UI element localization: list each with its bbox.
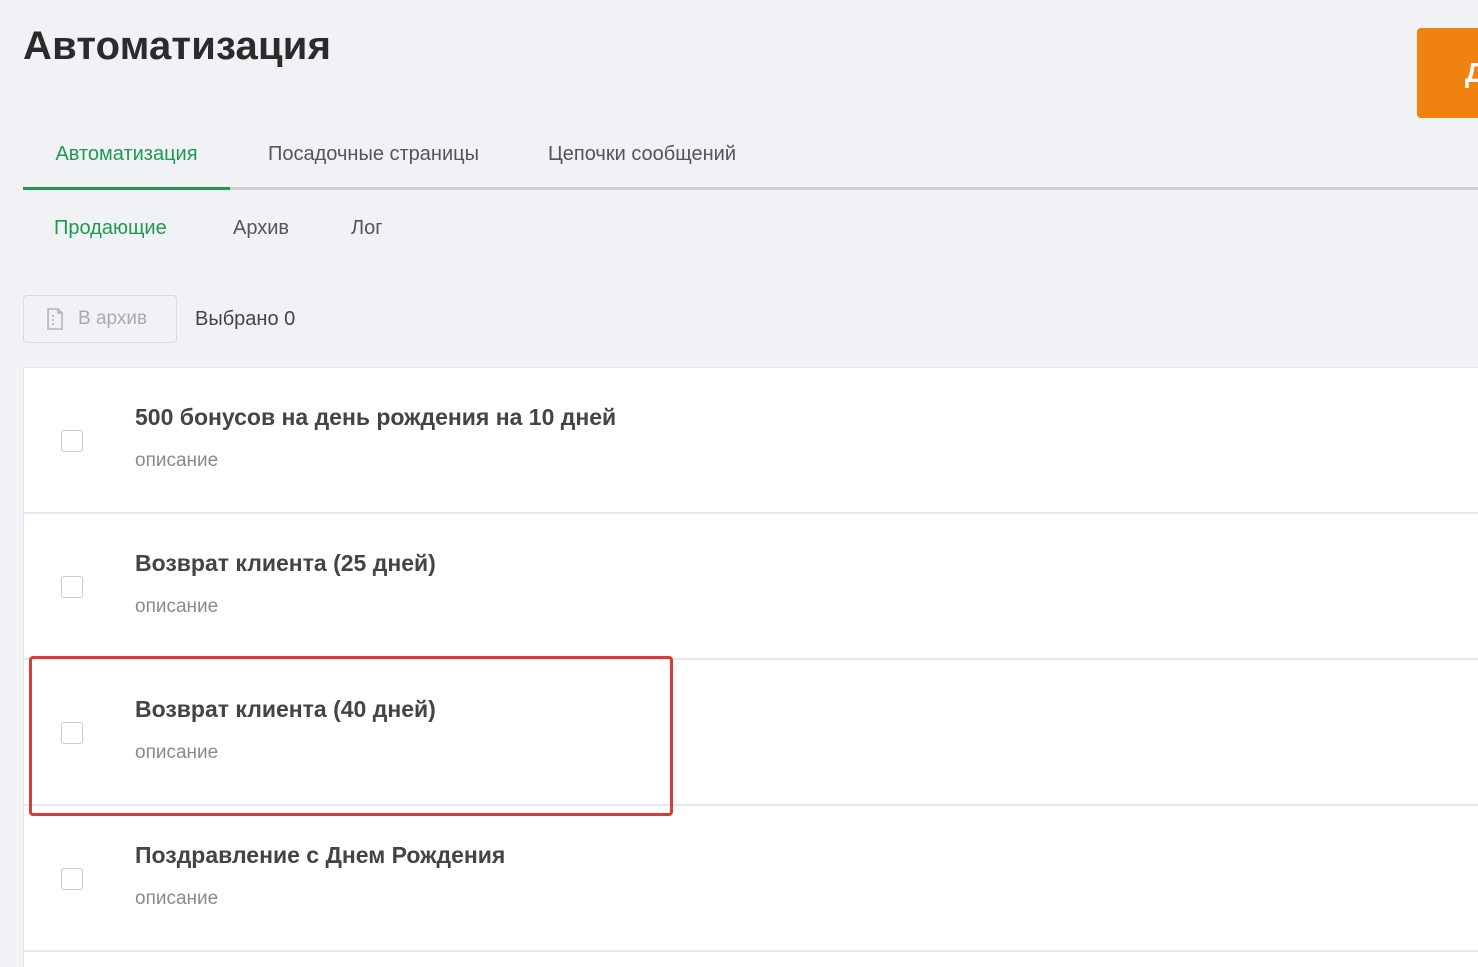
primary-action-button[interactable]: Д: [1417, 28, 1478, 118]
item-checkbox[interactable]: [61, 722, 83, 744]
item-description: описание: [135, 596, 219, 617]
archive-button-label: В архив: [78, 308, 148, 329]
item-description: описание: [135, 888, 219, 909]
item-title[interactable]: 500 бонусов на день рождения на 10 дней: [135, 404, 616, 431]
item-description: описание: [135, 450, 219, 471]
item-title[interactable]: Поздравление с Днем Рождения: [135, 842, 505, 869]
subtab-selling[interactable]: Продающие: [54, 206, 167, 250]
subtab-archive[interactable]: Архив: [233, 206, 289, 250]
list-item[interactable]: Возврат клиента (40 дней) описание: [24, 660, 1478, 806]
item-title[interactable]: Возврат клиента (25 дней): [135, 550, 436, 577]
tab-message-chains[interactable]: Цепочки сообщений: [517, 118, 767, 190]
tab-landing-pages[interactable]: Посадочные страницы: [230, 118, 517, 190]
item-title[interactable]: Возврат клиента (40 дней): [135, 696, 436, 723]
main-tabs: Автоматизация Посадочные страницы Цепочк…: [23, 118, 1478, 190]
document-icon: [46, 308, 64, 330]
subtab-log[interactable]: Лог: [351, 206, 383, 250]
tab-automation[interactable]: Автоматизация: [23, 118, 230, 190]
item-checkbox[interactable]: [61, 430, 83, 452]
list-item[interactable]: 500 бонусов на день рождения на 10 дней …: [24, 368, 1478, 514]
archive-button[interactable]: В архив: [23, 295, 177, 343]
item-checkbox[interactable]: [61, 868, 83, 890]
selected-count: Выбрано 0: [195, 308, 296, 330]
list-item[interactable]: Поздравление с Днем Рождения описание: [24, 806, 1478, 952]
automation-list: 500 бонусов на день рождения на 10 дней …: [23, 367, 1478, 967]
list-item[interactable]: Возврат клиента (25 дней) описание: [24, 514, 1478, 660]
item-checkbox[interactable]: [61, 576, 83, 598]
page-title: Автоматизация: [23, 24, 332, 68]
item-description: описание: [135, 742, 219, 763]
